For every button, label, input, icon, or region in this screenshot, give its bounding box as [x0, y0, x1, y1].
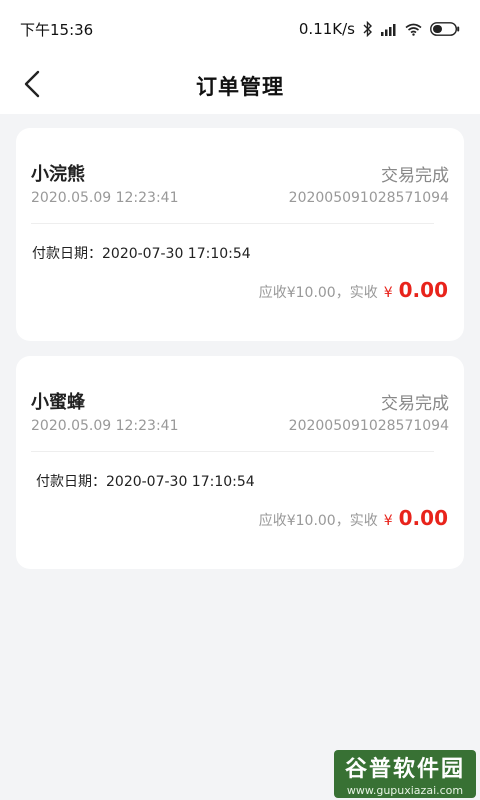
order-status: 交易完成: [381, 393, 449, 414]
currency-symbol: ¥: [383, 285, 393, 301]
chevron-left-icon: [23, 70, 41, 102]
order-name: 小蜜蜂: [31, 392, 85, 413]
order-datetime: 2020.05.09 12:23:41: [31, 418, 179, 434]
battery-icon: [430, 22, 460, 36]
nav-bar: 订单管理: [0, 58, 480, 114]
payment-date-value: 2020-07-30 17:10:54: [102, 246, 251, 262]
order-header: 小浣熊 交易完成: [31, 160, 449, 186]
amount-row: 应收¥10.00，实收 ¥ 0.00: [259, 506, 448, 530]
payment-date-row: 付款日期：2020-07-30 17:10:54: [36, 471, 255, 491]
watermark-url: www.gupuxiazai.com: [346, 784, 464, 797]
order-card[interactable]: 小蜜蜂 交易完成 2020.05.09 12:23:41 20200509102…: [16, 356, 464, 569]
order-number: 202005091028571094: [288, 418, 449, 434]
watermark-title: 谷普软件园: [344, 757, 465, 782]
order-datetime: 2020.05.09 12:23:41: [31, 190, 179, 206]
receivable-text: 应收¥10.00，实收: [258, 285, 378, 301]
order-name: 小浣熊: [31, 164, 85, 185]
order-status: 交易完成: [381, 165, 449, 186]
network-speed: 0.11K/s: [298, 20, 355, 38]
bluetooth-icon: [363, 21, 373, 37]
status-time: 下午15:36: [20, 20, 94, 39]
wifi-icon: [405, 23, 422, 36]
actual-amount: 0.00: [398, 506, 448, 530]
order-header: 小蜜蜂 交易完成: [31, 388, 449, 414]
payment-date-label: 付款日期：: [32, 246, 102, 262]
watermark-logo: 谷普软件园 www.gupuxiazai.com: [334, 750, 476, 798]
back-button[interactable]: [14, 68, 50, 104]
status-bar: 下午15:36 0.11K/s: [0, 0, 480, 58]
order-meta: 2020.05.09 12:23:41 202005091028571094: [31, 190, 449, 206]
amount-row: 应收¥10.00，实收 ¥ 0.00: [259, 278, 448, 302]
page-title: 订单管理: [196, 75, 284, 99]
signal-icon: [381, 23, 397, 36]
currency-symbol: ¥: [383, 513, 393, 529]
status-icons: 0.11K/s: [299, 20, 460, 38]
payment-date-row: 付款日期：2020-07-30 17:10:54: [32, 243, 251, 263]
divider: [31, 223, 434, 224]
receivable-text: 应收¥10.00，实收: [258, 513, 378, 529]
order-card[interactable]: 小浣熊 交易完成 2020.05.09 12:23:41 20200509102…: [16, 128, 464, 341]
payment-date-label: 付款日期：: [36, 474, 106, 490]
payment-date-value: 2020-07-30 17:10:54: [106, 474, 255, 490]
actual-amount: 0.00: [398, 278, 448, 302]
order-number: 202005091028571094: [288, 190, 449, 206]
divider: [31, 451, 434, 452]
order-list: 小浣熊 交易完成 2020.05.09 12:23:41 20200509102…: [0, 114, 480, 800]
order-meta: 2020.05.09 12:23:41 202005091028571094: [31, 418, 449, 434]
